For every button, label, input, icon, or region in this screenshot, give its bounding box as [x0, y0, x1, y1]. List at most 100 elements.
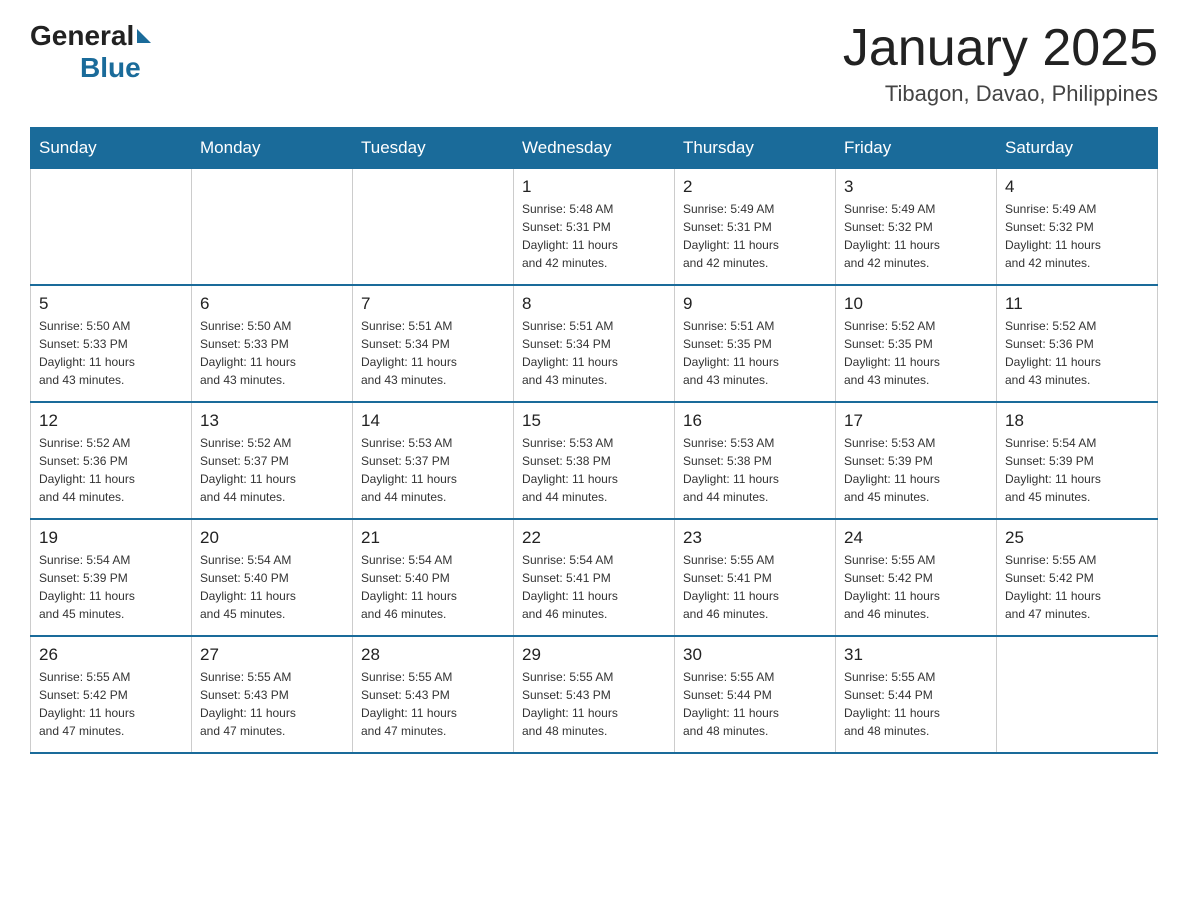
- calendar-header-tuesday: Tuesday: [353, 128, 514, 169]
- day-info: Sunrise: 5:51 AMSunset: 5:34 PMDaylight:…: [361, 317, 505, 389]
- calendar-cell: 30Sunrise: 5:55 AMSunset: 5:44 PMDayligh…: [675, 636, 836, 753]
- day-info: Sunrise: 5:54 AMSunset: 5:41 PMDaylight:…: [522, 551, 666, 623]
- calendar-cell: 14 Sunrise: 5:53 AMSunset: 5:37 PMDayligh…: [353, 402, 514, 519]
- day-number: 10: [844, 294, 988, 314]
- calendar-cell: 22 Sunrise: 5:54 AMSunset: 5:41 PMDayligh…: [514, 519, 675, 636]
- day-number: 16: [683, 411, 827, 431]
- calendar-header-wednesday: Wednesday: [514, 128, 675, 169]
- calendar-cell: 5Sunrise: 5:50 AMSunset: 5:33 PMDaylight…: [31, 285, 192, 402]
- day-number: 30: [683, 645, 827, 665]
- day-number: 29: [522, 645, 666, 665]
- day-info: Sunrise: 5:53 AMSunset: 5:37 PMDaylight:…: [361, 434, 505, 506]
- title-block: January 2025 Tibagon, Davao, Philippines: [843, 20, 1158, 107]
- calendar-cell: 13 Sunrise: 5:52 AMSunset: 5:37 PMDayligh…: [192, 402, 353, 519]
- calendar-cell: 15Sunrise: 5:53 AMSunset: 5:38 PMDayligh…: [514, 402, 675, 519]
- day-number: 8: [522, 294, 666, 314]
- calendar-cell: 12 Sunrise: 5:52 AMSunset: 5:36 PMDayligh…: [31, 402, 192, 519]
- calendar-cell: [353, 169, 514, 286]
- calendar-cell: 27 Sunrise: 5:55 AMSunset: 5:43 PMDayligh…: [192, 636, 353, 753]
- calendar-header-saturday: Saturday: [997, 128, 1158, 169]
- day-number: 18: [1005, 411, 1149, 431]
- calendar-header-friday: Friday: [836, 128, 997, 169]
- calendar-cell: 6 Sunrise: 5:50 AMSunset: 5:33 PMDaylight…: [192, 285, 353, 402]
- calendar-cell: 9 Sunrise: 5:51 AMSunset: 5:35 PMDaylight…: [675, 285, 836, 402]
- day-info: Sunrise: 5:52 AMSunset: 5:36 PMDaylight:…: [39, 434, 183, 506]
- calendar-cell: 26 Sunrise: 5:55 AMSunset: 5:42 PMDayligh…: [31, 636, 192, 753]
- day-number: 19: [39, 528, 183, 548]
- day-number: 27: [200, 645, 344, 665]
- day-info: Sunrise: 5:55 AMSunset: 5:43 PMDaylight:…: [200, 668, 344, 740]
- calendar-cell: 2Sunrise: 5:49 AMSunset: 5:31 PMDaylight…: [675, 169, 836, 286]
- day-number: 3: [844, 177, 988, 197]
- calendar-cell: 17Sunrise: 5:53 AMSunset: 5:39 PMDayligh…: [836, 402, 997, 519]
- day-info: Sunrise: 5:52 AMSunset: 5:35 PMDaylight:…: [844, 317, 988, 389]
- logo: General Blue: [30, 20, 151, 84]
- month-year-title: January 2025: [843, 20, 1158, 77]
- day-info: Sunrise: 5:51 AMSunset: 5:35 PMDaylight:…: [683, 317, 827, 389]
- calendar-cell: 3 Sunrise: 5:49 AMSunset: 5:32 PMDaylight…: [836, 169, 997, 286]
- day-info: Sunrise: 5:55 AMSunset: 5:41 PMDaylight:…: [683, 551, 827, 623]
- day-number: 12: [39, 411, 183, 431]
- day-number: 23: [683, 528, 827, 548]
- day-info: Sunrise: 5:50 AMSunset: 5:33 PMDaylight:…: [39, 317, 183, 389]
- calendar-week-row: 19Sunrise: 5:54 AMSunset: 5:39 PMDayligh…: [31, 519, 1158, 636]
- calendar-cell: 20 Sunrise: 5:54 AMSunset: 5:40 PMDayligh…: [192, 519, 353, 636]
- day-number: 22: [522, 528, 666, 548]
- calendar-week-row: 1Sunrise: 5:48 AMSunset: 5:31 PMDaylight…: [31, 169, 1158, 286]
- day-info: Sunrise: 5:55 AMSunset: 5:42 PMDaylight:…: [844, 551, 988, 623]
- day-number: 2: [683, 177, 827, 197]
- calendar-cell: 29 Sunrise: 5:55 AMSunset: 5:43 PMDayligh…: [514, 636, 675, 753]
- calendar-cell: 1Sunrise: 5:48 AMSunset: 5:31 PMDaylight…: [514, 169, 675, 286]
- calendar-week-row: 12 Sunrise: 5:52 AMSunset: 5:36 PMDayligh…: [31, 402, 1158, 519]
- calendar-cell: 18Sunrise: 5:54 AMSunset: 5:39 PMDayligh…: [997, 402, 1158, 519]
- calendar-week-row: 5Sunrise: 5:50 AMSunset: 5:33 PMDaylight…: [31, 285, 1158, 402]
- day-number: 9: [683, 294, 827, 314]
- calendar-table: SundayMondayTuesdayWednesdayThursdayFrid…: [30, 127, 1158, 754]
- day-info: Sunrise: 5:53 AMSunset: 5:38 PMDaylight:…: [683, 434, 827, 506]
- day-number: 11: [1005, 294, 1149, 314]
- day-info: Sunrise: 5:54 AMSunset: 5:40 PMDaylight:…: [361, 551, 505, 623]
- day-number: 1: [522, 177, 666, 197]
- day-info: Sunrise: 5:53 AMSunset: 5:39 PMDaylight:…: [844, 434, 988, 506]
- calendar-header-sunday: Sunday: [31, 128, 192, 169]
- day-number: 28: [361, 645, 505, 665]
- calendar-cell: 31 Sunrise: 5:55 AMSunset: 5:44 PMDayligh…: [836, 636, 997, 753]
- day-number: 6: [200, 294, 344, 314]
- day-number: 26: [39, 645, 183, 665]
- day-number: 15: [522, 411, 666, 431]
- day-info: Sunrise: 5:55 AMSunset: 5:44 PMDaylight:…: [844, 668, 988, 740]
- calendar-cell: 16 Sunrise: 5:53 AMSunset: 5:38 PMDayligh…: [675, 402, 836, 519]
- day-number: 14: [361, 411, 505, 431]
- calendar-week-row: 26 Sunrise: 5:55 AMSunset: 5:42 PMDayligh…: [31, 636, 1158, 753]
- day-number: 25: [1005, 528, 1149, 548]
- day-info: Sunrise: 5:55 AMSunset: 5:42 PMDaylight:…: [39, 668, 183, 740]
- calendar-cell: 24Sunrise: 5:55 AMSunset: 5:42 PMDayligh…: [836, 519, 997, 636]
- logo-triangle-icon: [137, 29, 151, 43]
- day-number: 31: [844, 645, 988, 665]
- day-info: Sunrise: 5:50 AMSunset: 5:33 PMDaylight:…: [200, 317, 344, 389]
- day-info: Sunrise: 5:52 AMSunset: 5:36 PMDaylight:…: [1005, 317, 1149, 389]
- calendar-cell: 8 Sunrise: 5:51 AMSunset: 5:34 PMDaylight…: [514, 285, 675, 402]
- day-info: Sunrise: 5:55 AMSunset: 5:42 PMDaylight:…: [1005, 551, 1149, 623]
- calendar-header-monday: Monday: [192, 128, 353, 169]
- calendar-header-row: SundayMondayTuesdayWednesdayThursdayFrid…: [31, 128, 1158, 169]
- calendar-cell: [192, 169, 353, 286]
- day-info: Sunrise: 5:54 AMSunset: 5:40 PMDaylight:…: [200, 551, 344, 623]
- calendar-cell: 10 Sunrise: 5:52 AMSunset: 5:35 PMDayligh…: [836, 285, 997, 402]
- day-number: 20: [200, 528, 344, 548]
- logo-blue-text: Blue: [80, 52, 141, 83]
- logo-general-text: General: [30, 20, 134, 52]
- day-info: Sunrise: 5:49 AMSunset: 5:32 PMDaylight:…: [844, 200, 988, 272]
- calendar-cell: 21 Sunrise: 5:54 AMSunset: 5:40 PMDayligh…: [353, 519, 514, 636]
- location-subtitle: Tibagon, Davao, Philippines: [843, 81, 1158, 107]
- day-info: Sunrise: 5:51 AMSunset: 5:34 PMDaylight:…: [522, 317, 666, 389]
- day-info: Sunrise: 5:55 AMSunset: 5:43 PMDaylight:…: [522, 668, 666, 740]
- day-number: 7: [361, 294, 505, 314]
- day-number: 21: [361, 528, 505, 548]
- calendar-cell: [997, 636, 1158, 753]
- day-number: 13: [200, 411, 344, 431]
- calendar-cell: 11 Sunrise: 5:52 AMSunset: 5:36 PMDayligh…: [997, 285, 1158, 402]
- day-info: Sunrise: 5:52 AMSunset: 5:37 PMDaylight:…: [200, 434, 344, 506]
- calendar-cell: 4Sunrise: 5:49 AMSunset: 5:32 PMDaylight…: [997, 169, 1158, 286]
- page-header: General Blue January 2025 Tibagon, Davao…: [30, 20, 1158, 107]
